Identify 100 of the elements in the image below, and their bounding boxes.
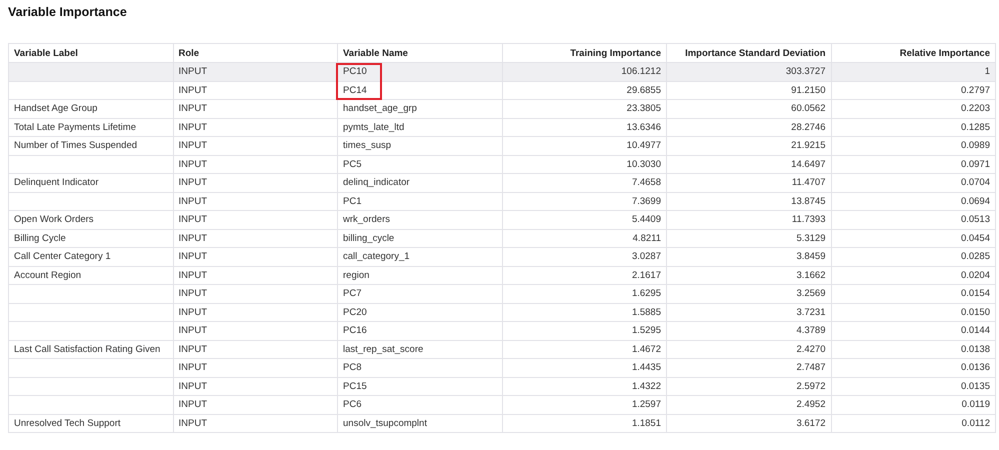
table-cell: INPUT (178, 122, 207, 133)
table-cell: INPUT (178, 232, 207, 244)
table-cell: 0.0204 (960, 270, 990, 281)
table-cell: INPUT (178, 251, 207, 262)
table-cell: 2.4270 (796, 344, 826, 355)
table-cell: last_rep_sat_score (343, 344, 424, 355)
table-cell: 0.2797 (960, 84, 990, 96)
table-cell: 28.2746 (791, 122, 826, 133)
table-cell: call_category_1 (343, 251, 410, 262)
table-cell: 3.1662 (796, 270, 826, 281)
table-cell: 0.0119 (962, 399, 990, 410)
table-cell: Unresolved Tech Support (14, 418, 120, 429)
table-cell: 0.0454 (960, 232, 990, 244)
table-cell: 91.2150 (791, 84, 826, 96)
table-cell: 0.0989 (960, 140, 990, 152)
table-cell: INPUT (178, 380, 207, 392)
table-cell: 0.0135 (960, 380, 990, 392)
table-cell: 1.4322 (632, 380, 661, 392)
table-cell: Call Center Category 1 (14, 251, 111, 262)
table-cell: PC6 (343, 399, 362, 410)
table-cell: 10.4977 (626, 140, 661, 152)
table-cell: PC16 (343, 325, 367, 336)
table-cell: INPUT (178, 214, 207, 226)
table-cell: 1.4672 (632, 344, 661, 355)
table-cell: INPUT (178, 399, 207, 410)
table-cell: 13.8745 (791, 196, 826, 207)
table-cell: PC15 (343, 380, 367, 392)
table-cell: INPUT (178, 306, 207, 318)
table-cell: INPUT (178, 103, 207, 114)
table-cell: 10.3030 (626, 158, 661, 170)
table-cell: 3.0287 (632, 251, 661, 262)
table-cell: Open Work Orders (14, 214, 94, 226)
table-cell: Total Late Payments Lifetime (14, 122, 136, 133)
table-cell: INPUT (178, 196, 207, 207)
table-cell: Last Call Satisfaction Rating Given (14, 344, 160, 355)
table-cell: 0.0136 (960, 362, 990, 374)
table-cell: 2.7487 (796, 362, 826, 374)
table-cell: 7.4658 (632, 177, 661, 188)
table-cell: 29.6855 (626, 84, 661, 96)
column-header[interactable]: Role (178, 48, 200, 58)
table-cell: 11.7393 (792, 214, 826, 226)
table-cell: Billing Cycle (14, 232, 66, 244)
table-cell: 2.4952 (796, 399, 826, 410)
table-cell: 3.2569 (796, 288, 826, 300)
table-cell: INPUT (178, 84, 207, 96)
table-cell: 7.3699 (632, 196, 661, 207)
table-cell: Account Region (14, 270, 82, 281)
table-cell: 14.6497 (791, 158, 826, 170)
table-cell: 1.2597 (632, 399, 661, 410)
table-cell: 2.5972 (796, 380, 826, 392)
table-cell: Delinquent Indicator (14, 177, 98, 188)
table-cell: unsolv_tsupcomplnt (343, 418, 427, 429)
table-cell: 0.0144 (960, 325, 990, 336)
table-cell: 3.8459 (796, 251, 826, 262)
table-cell: INPUT (178, 177, 207, 188)
panel-title: Variable Importance (8, 5, 128, 19)
table-cell: 0.0150 (960, 306, 990, 318)
table-cell: 0.0971 (960, 158, 990, 170)
table-cell: PC14 (343, 84, 367, 96)
table-cell: 0.0112 (962, 418, 990, 429)
table-cell: 21.9215 (791, 140, 826, 152)
table-cell: INPUT (178, 288, 207, 300)
table-cell: INPUT (178, 344, 207, 355)
table-cell: 0.0285 (960, 251, 990, 262)
table-cell: 106.1212 (621, 66, 661, 78)
table-cell: 0.2203 (960, 103, 990, 114)
table-cell: 23.3805 (626, 103, 661, 114)
table-cell: PC5 (343, 158, 362, 170)
table-cell: delinq_indicator (343, 177, 410, 188)
table-cell: 1.1851 (632, 418, 661, 429)
table-cell: 4.8211 (632, 232, 661, 244)
table-cell: PC1 (343, 196, 362, 207)
table-cell: handset_age_grp (343, 103, 417, 114)
table-cell: pymts_late_ltd (343, 122, 404, 133)
table-cell: Handset Age Group (14, 103, 98, 114)
table-cell: 303.3727 (786, 66, 826, 78)
table-cell: 5.4409 (632, 214, 661, 226)
table-cell: times_susp (343, 140, 392, 152)
table-cell: 1.6295 (632, 288, 661, 300)
table-cell: INPUT (178, 140, 207, 152)
table-cell: INPUT (178, 66, 207, 78)
table-cell: PC10 (343, 66, 367, 78)
table-cell: PC8 (343, 362, 362, 374)
table-cell: billing_cycle (343, 232, 394, 244)
table-cell: 5.3129 (796, 232, 826, 244)
table-cell: region (343, 270, 370, 281)
table-cell: INPUT (178, 158, 207, 170)
table-cell: 0.1285 (960, 122, 990, 133)
table-cell: 1.5885 (632, 306, 661, 318)
table-cell: INPUT (178, 362, 207, 374)
table-cell: 0.0154 (960, 288, 990, 300)
table-cell: INPUT (178, 418, 207, 429)
table-cell: 2.1617 (632, 270, 661, 281)
table-cell: 11.4707 (792, 177, 826, 188)
table-cell: 0.0138 (960, 344, 990, 355)
table-cell: 60.0562 (791, 103, 826, 114)
table-cell: 4.3789 (796, 325, 826, 336)
table-cell: 1 (984, 66, 990, 78)
table-cell: INPUT (178, 270, 207, 281)
table-cell: PC7 (343, 288, 362, 300)
